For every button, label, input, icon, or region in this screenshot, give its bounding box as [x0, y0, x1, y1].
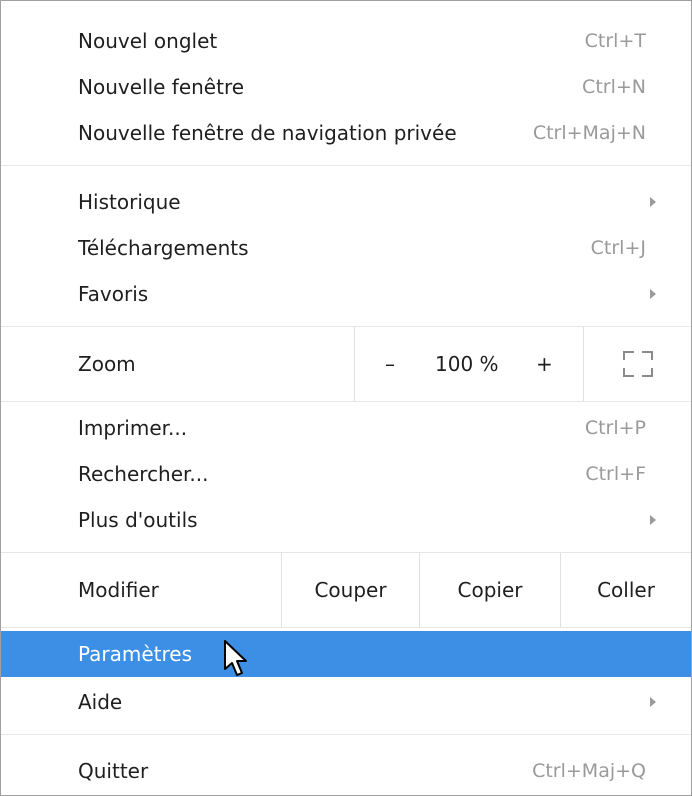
edit-row: Modifier Couper Copier Coller [1, 553, 691, 627]
menu-item-new-tab[interactable]: Nouvel onglet Ctrl+T [1, 18, 691, 64]
chevron-right-icon [650, 697, 656, 707]
menu-item-shortcut: Ctrl+F [585, 463, 646, 485]
zoom-in-button[interactable]: + [536, 352, 553, 376]
menu-item-shortcut: Ctrl+T [584, 30, 646, 52]
menu-item-new-window[interactable]: Nouvelle fenêtre Ctrl+N [1, 64, 691, 110]
chevron-right-icon [650, 197, 656, 207]
menu-item-label: Aide [78, 690, 123, 714]
menu-item-find[interactable]: Rechercher... Ctrl+F [1, 451, 691, 497]
paste-button[interactable]: Coller [560, 553, 691, 627]
menu-separator [1, 165, 691, 166]
edit-label: Modifier [78, 578, 159, 602]
chevron-right-icon [650, 289, 656, 299]
chevron-right-icon [650, 515, 656, 525]
menu-item-quit[interactable]: Quitter Ctrl+Maj+Q [1, 748, 691, 794]
menu-item-label: Paramètres [78, 642, 193, 666]
zoom-label: Zoom [78, 352, 136, 376]
copy-button-label: Copier [457, 578, 523, 602]
paste-button-label: Coller [597, 578, 655, 602]
menu-item-print[interactable]: Imprimer... Ctrl+P [1, 405, 691, 451]
menu-item-settings[interactable]: Paramètres [1, 631, 691, 677]
menu-item-label: Quitter [78, 759, 149, 783]
menu-item-label: Historique [78, 190, 181, 214]
menu-item-shortcut: Ctrl+P [584, 417, 646, 439]
fullscreen-icon [622, 351, 653, 377]
menu-item-label: Nouvelle fenêtre de navigation privée [78, 121, 457, 145]
cut-button[interactable]: Couper [281, 553, 419, 627]
zoom-level: 100 % [435, 352, 499, 376]
menu-separator [1, 734, 691, 735]
fullscreen-button[interactable] [583, 327, 691, 401]
menu-separator [1, 401, 691, 402]
menu-item-label: Plus d'outils [78, 508, 198, 532]
copy-button[interactable]: Copier [419, 553, 560, 627]
menu-item-help[interactable]: Aide [1, 679, 691, 725]
menu-item-shortcut: Ctrl+N [582, 76, 646, 98]
menu-item-bookmarks[interactable]: Favoris [1, 271, 691, 317]
browser-menu: Nouvel onglet Ctrl+T Nouvelle fenêtre Ct… [0, 0, 692, 796]
mouse-pointer-icon [224, 640, 247, 676]
menu-item-shortcut: Ctrl+Maj+Q [532, 760, 646, 782]
menu-item-label: Téléchargements [78, 236, 249, 260]
menu-item-label: Favoris [78, 282, 149, 306]
menu-item-incognito-window[interactable]: Nouvelle fenêtre de navigation privée Ct… [1, 110, 691, 156]
cut-button-label: Couper [314, 578, 387, 602]
menu-item-downloads[interactable]: Téléchargements Ctrl+J [1, 225, 691, 271]
menu-item-history[interactable]: Historique [1, 179, 691, 225]
menu-item-label: Rechercher... [78, 462, 209, 486]
menu-item-label: Imprimer... [78, 416, 188, 440]
menu-item-shortcut: Ctrl+Maj+N [532, 122, 646, 144]
menu-separator [1, 627, 691, 628]
menu-item-label: Nouvel onglet [78, 29, 218, 53]
zoom-controls: – 100 % + [354, 327, 583, 401]
zoom-row: Zoom – 100 % + [1, 327, 691, 401]
menu-item-more-tools[interactable]: Plus d'outils [1, 497, 691, 543]
menu-item-shortcut: Ctrl+J [590, 237, 646, 259]
zoom-out-button[interactable]: – [385, 352, 395, 376]
menu-item-label: Nouvelle fenêtre [78, 75, 245, 99]
